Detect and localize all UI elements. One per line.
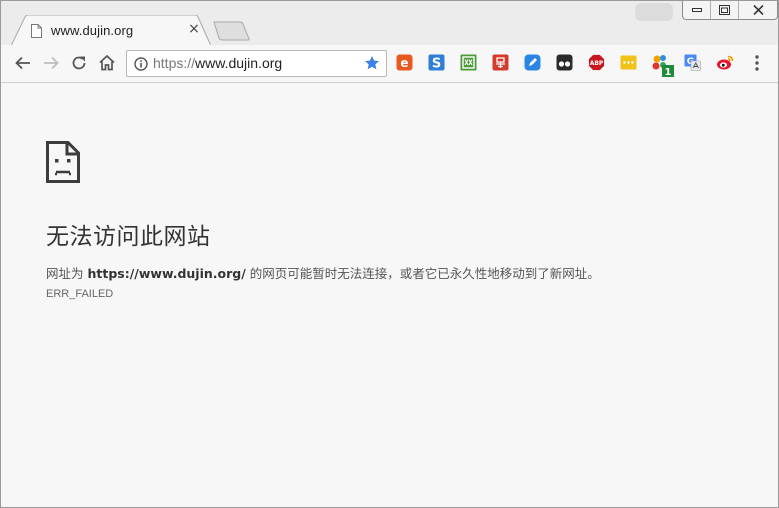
home-icon[interactable] [97, 53, 117, 73]
error-desc-prefix: 网址为 [46, 266, 88, 281]
error-desc-suffix: 的网页可能暂时无法连接，或者它已永久性地移动到了新网址。 [245, 266, 600, 281]
tab-active[interactable]: www.dujin.org × [11, 15, 211, 46]
ext-wang-icon[interactable] [460, 54, 477, 71]
ext-yellow-icon[interactable] [620, 54, 637, 71]
close-icon[interactable] [739, 1, 777, 19]
profile-avatar[interactable] [635, 3, 673, 21]
svg-text:S: S [432, 57, 441, 72]
sad-page-icon [46, 141, 80, 187]
page-icon [31, 23, 42, 42]
url-text[interactable]: https://www.dujin.org [153, 55, 282, 71]
restore-icon[interactable] [711, 1, 740, 19]
ext-red-icon[interactable] [492, 54, 509, 71]
reload-icon[interactable] [69, 53, 89, 73]
ext-sogou-icon[interactable]: S [428, 54, 445, 72]
forward-arrow-icon[interactable] [41, 53, 61, 73]
ext-blue-icon[interactable] [524, 54, 541, 71]
tab-strip: www.dujin.org × [1, 1, 778, 46]
url-host: www.dujin.org [195, 55, 283, 71]
star-icon[interactable] [364, 55, 380, 75]
ext-weibo-icon[interactable] [716, 54, 734, 71]
error-desc-url: https://www.dujin.org/ [87, 266, 246, 281]
ext-abp-icon[interactable]: ABP [588, 54, 605, 71]
ext-orange-icon[interactable]: e [396, 54, 413, 71]
address-bar[interactable]: https://www.dujin.org [126, 50, 387, 77]
svg-text:e: e [400, 56, 408, 70]
menu-dots-icon[interactable] [749, 54, 765, 72]
browser-window: www.dujin.org × https://www.dujin.org e … [0, 0, 779, 508]
minimize-icon[interactable] [683, 1, 712, 19]
error-description: 网址为 https://www.dujin.org/ 的网页可能暂时无法连接，或… [46, 263, 600, 282]
window-controls [682, 1, 778, 20]
svg-text:ABP: ABP [590, 60, 604, 67]
tab-title: www.dujin.org [51, 23, 134, 38]
back-arrow-icon[interactable] [13, 53, 33, 73]
ext-colorful-icon[interactable]: 1 [652, 54, 676, 78]
tab-close-icon[interactable]: × [187, 22, 201, 36]
error-code: ERR_FAILED [46, 288, 114, 300]
ext-badge-count: 1 [665, 67, 672, 78]
toolbar: https://www.dujin.org e S ABP 1 G [1, 45, 778, 83]
new-tab-button[interactable] [213, 21, 251, 45]
info-icon[interactable] [134, 56, 148, 75]
ext-translate-icon[interactable]: G [684, 54, 701, 71]
error-title: 无法访问此网站 [46, 224, 211, 250]
page-content: 无法访问此网站 网址为 https://www.dujin.org/ 的网页可能… [1, 83, 778, 507]
ext-tampermonkey-icon[interactable] [556, 54, 573, 71]
url-scheme: https:// [153, 55, 196, 71]
